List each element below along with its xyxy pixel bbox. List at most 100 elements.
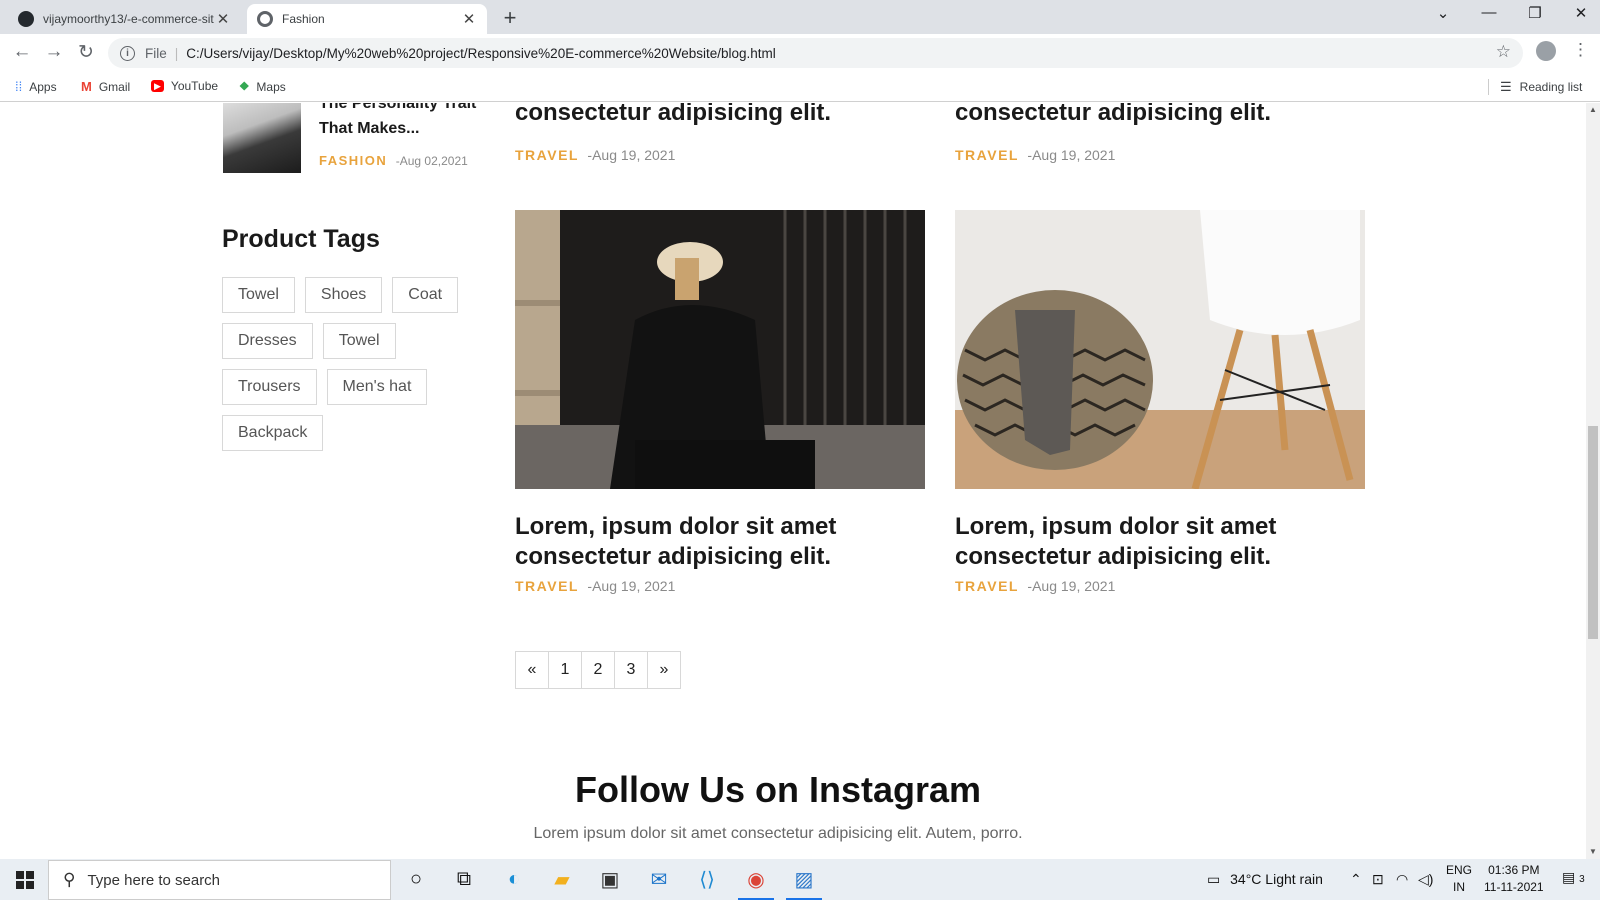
- page-2-button[interactable]: 2: [581, 651, 615, 689]
- info-icon[interactable]: i: [120, 45, 135, 61]
- post-title[interactable]: consectetur adipisicing elit.: [515, 103, 935, 128]
- post-category[interactable]: TRAVEL: [955, 147, 1019, 163]
- search-placeholder: Type here to search: [87, 871, 221, 889]
- post-category[interactable]: TRAVEL: [955, 578, 1019, 594]
- tab-search-chevron-icon[interactable]: ⌄: [1428, 4, 1458, 22]
- volume-icon[interactable]: ◁): [1418, 871, 1433, 888]
- bookmark-apps[interactable]: ⁞⁞ Apps: [15, 79, 57, 94]
- post-title[interactable]: Lorem, ipsum dolor sit amet consectetur …: [955, 512, 1375, 572]
- post-category[interactable]: TRAVEL: [515, 147, 579, 163]
- post-date: -Aug 19, 2021: [587, 147, 676, 163]
- taskbar: ⚲ Type here to search ○ ⧉ ◐ ▰ ▣ ✉ ⟨⟩ ◉ ▨…: [0, 859, 1600, 900]
- maps-pin-icon: ⯁: [239, 79, 250, 94]
- taskbar-search-input[interactable]: ⚲ Type here to search: [48, 860, 391, 900]
- scroll-thumb[interactable]: [1588, 426, 1598, 639]
- clock-time: 01:36 PM: [1488, 863, 1540, 877]
- post-category[interactable]: TRAVEL: [515, 578, 579, 594]
- tag-button[interactable]: Shoes: [304, 277, 383, 313]
- reading-list-button[interactable]: ☰ Reading list: [1488, 79, 1583, 95]
- tab-title: vijaymoorthy13/-e-commerce-sit: [43, 12, 214, 26]
- notifications-button[interactable]: ▤ 3: [1562, 869, 1585, 886]
- task-view-icon[interactable]: ⧉: [450, 865, 478, 893]
- wifi-icon[interactable]: ◠: [1396, 871, 1408, 888]
- back-button[interactable]: ←: [10, 41, 34, 63]
- close-icon[interactable]: ✕: [215, 10, 231, 28]
- woman-in-black-outfit-photo[interactable]: [515, 210, 925, 489]
- forward-button[interactable]: →: [42, 41, 66, 63]
- tab-fashion[interactable]: Fashion ✕: [247, 4, 487, 34]
- bookmark-label: Gmail: [98, 79, 131, 94]
- bookmark-maps[interactable]: ⯁ Maps: [239, 79, 286, 95]
- post-meta: TRAVEL -Aug 19, 2021: [515, 578, 675, 596]
- show-hidden-icons-chevron-icon[interactable]: ⌃: [1350, 871, 1362, 888]
- prev-page-button[interactable]: «: [515, 651, 549, 689]
- post-category[interactable]: FASHION: [319, 153, 387, 168]
- url-text[interactable]: C:/Users/vijay/Desktop/My%20web%20projec…: [186, 46, 776, 61]
- tag-button[interactable]: Coat: [392, 277, 459, 313]
- profile-avatar[interactable]: [1536, 41, 1556, 61]
- divider: [1488, 79, 1489, 95]
- clock-date: 11-11-2021: [1484, 880, 1544, 894]
- recent-post-thumbnail[interactable]: [223, 103, 301, 173]
- globe-icon: [257, 11, 273, 27]
- post-title[interactable]: consectetur adipisicing elit.: [955, 103, 1375, 128]
- bookmarks-bar: ⁞⁞ Apps M Gmail ▶ YouTube ⯁ Maps ☰ Readi…: [0, 72, 1600, 102]
- close-window-button[interactable]: ✕: [1566, 4, 1596, 22]
- post-date: -Aug 19, 2021: [1027, 578, 1116, 594]
- address-bar[interactable]: i File | C:/Users/vijay/Desktop/My%20web…: [108, 38, 1523, 68]
- scroll-down-arrow-icon[interactable]: ▼: [1589, 847, 1597, 856]
- tag-button[interactable]: Men's hat: [326, 369, 428, 405]
- reading-list-icon: ☰: [1500, 79, 1512, 94]
- file-explorer-icon[interactable]: ▰: [548, 865, 576, 893]
- post-meta: TRAVEL -Aug 19, 2021: [955, 147, 1115, 165]
- reload-button[interactable]: ↻: [74, 41, 98, 64]
- weather-text: 34°C Light rain: [1230, 871, 1323, 887]
- minimize-button[interactable]: —: [1474, 4, 1504, 21]
- bookmark-gmail[interactable]: M Gmail: [81, 79, 130, 94]
- edge-icon[interactable]: ◐: [500, 865, 528, 893]
- windows-start-icon[interactable]: [16, 871, 34, 889]
- region-code: IN: [1453, 880, 1465, 894]
- tag-button[interactable]: Trousers: [222, 369, 317, 405]
- address-separator: |: [174, 45, 179, 61]
- vscode-icon[interactable]: ⟨⟩: [693, 865, 721, 893]
- page-viewport: The Personality Trait That Makes... FASH…: [0, 103, 1586, 859]
- scroll-up-arrow-icon[interactable]: ▲: [1589, 105, 1597, 114]
- page-3-button[interactable]: 3: [614, 651, 648, 689]
- cortana-icon[interactable]: ○: [402, 865, 430, 893]
- meet-icon[interactable]: ⊡: [1372, 871, 1384, 888]
- reading-list-label: Reading list: [1519, 80, 1583, 94]
- photos-icon[interactable]: ▨: [790, 865, 818, 893]
- scheme-label: File: [145, 45, 167, 61]
- weather-widget[interactable]: ▭ 34°C Light rain: [1207, 871, 1323, 888]
- bookmark-youtube[interactable]: ▶ YouTube: [151, 79, 218, 93]
- store-icon[interactable]: ▣: [596, 865, 624, 893]
- tag-list: Towel Shoes Coat Dresses Towel Trousers …: [222, 277, 482, 451]
- next-page-button[interactable]: »: [647, 651, 681, 689]
- post-date: -Aug 02,2021: [395, 154, 468, 168]
- input-language[interactable]: ENG IN: [1446, 862, 1472, 896]
- browser-toolbar: ← → ↻ i File | C:/Users/vijay/Desktop/My…: [0, 34, 1600, 72]
- page-1-button[interactable]: 1: [548, 651, 582, 689]
- chrome-icon[interactable]: ◉: [742, 865, 770, 893]
- post-title[interactable]: Lorem, ipsum dolor sit amet consectetur …: [515, 512, 935, 572]
- mail-icon[interactable]: ✉: [645, 865, 673, 893]
- tab-github[interactable]: vijaymoorthy13/-e-commerce-sit ✕: [8, 4, 241, 34]
- tag-button[interactable]: Backpack: [222, 415, 324, 451]
- tag-button[interactable]: Towel: [322, 323, 396, 359]
- post-date: -Aug 19, 2021: [587, 578, 676, 594]
- search-icon: ⚲: [63, 870, 76, 889]
- new-tab-button[interactable]: +: [497, 5, 523, 31]
- wicker-basket-and-chair-photo[interactable]: [955, 210, 1365, 489]
- tag-button[interactable]: Dresses: [222, 323, 313, 359]
- bookmark-star-icon[interactable]: ☆: [1496, 42, 1511, 62]
- recent-post-meta: FASHION -Aug 02,2021: [319, 152, 468, 170]
- recent-post-title[interactable]: The Personality Trait That Makes...: [319, 103, 494, 141]
- tag-button[interactable]: Towel: [222, 277, 295, 313]
- system-clock[interactable]: 01:36 PM 11-11-2021: [1484, 862, 1544, 896]
- page-scrollbar[interactable]: ▲ ▼: [1586, 103, 1600, 859]
- apps-grid-icon: ⁞⁞: [15, 79, 23, 94]
- close-icon[interactable]: ✕: [461, 10, 477, 28]
- restore-button[interactable]: ❐: [1520, 4, 1550, 22]
- menu-icon[interactable]: ⋮: [1572, 40, 1589, 60]
